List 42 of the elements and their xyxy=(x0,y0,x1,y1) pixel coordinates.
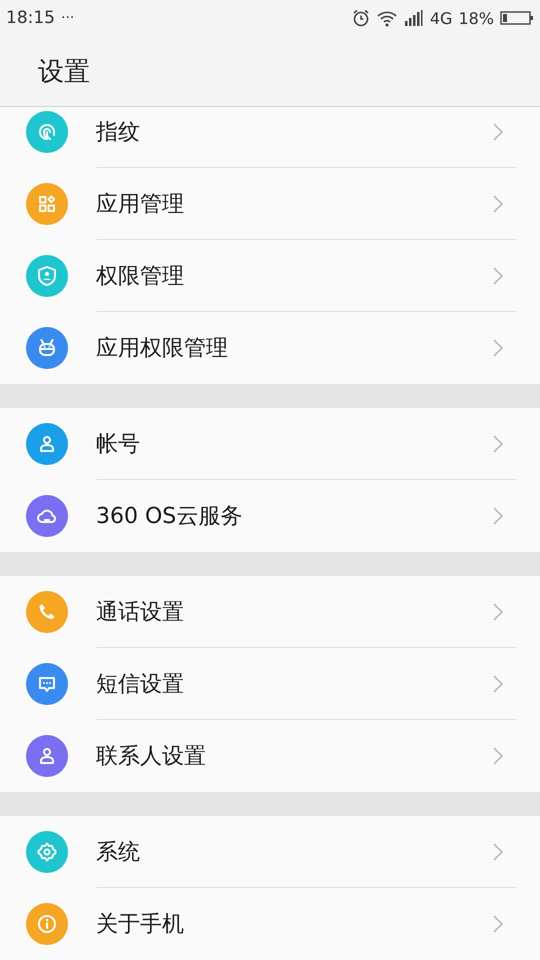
battery-percent: 18% xyxy=(458,8,494,28)
settings-item[interactable]: 应用管理 xyxy=(0,168,540,240)
chevron-icon xyxy=(492,842,504,862)
chevron-icon xyxy=(492,266,504,286)
page-title: 设置 xyxy=(38,56,90,88)
settings-item[interactable]: 系统 xyxy=(0,816,540,888)
alarm-icon xyxy=(352,9,370,27)
settings-item[interactable]: 指纹 xyxy=(0,107,540,168)
item-label: 帐号 xyxy=(96,430,140,458)
battery-icon xyxy=(500,9,534,27)
chevron-icon xyxy=(492,602,504,622)
settings-item[interactable]: 短信设置 xyxy=(0,648,540,720)
item-label: 指纹 xyxy=(96,118,140,146)
settings-item[interactable]: 关于手机 xyxy=(0,888,540,960)
chevron-icon xyxy=(492,194,504,214)
item-label: 短信设置 xyxy=(96,670,184,698)
item-label: 联系人设置 xyxy=(96,743,206,771)
settings-item[interactable]: 应用权限管理 xyxy=(0,312,540,384)
chevron-icon xyxy=(492,914,504,934)
chevron-icon xyxy=(492,506,504,526)
settings-item[interactable]: 通话设置 xyxy=(0,576,540,648)
chevron-icon xyxy=(492,434,504,454)
settings-item[interactable]: 联系人设置 xyxy=(0,720,540,792)
chevron-icon xyxy=(492,122,504,142)
chevron-icon xyxy=(492,746,504,766)
chevron-icon xyxy=(492,338,504,358)
item-label: 应用权限管理 xyxy=(96,335,228,363)
item-label: 权限管理 xyxy=(96,262,184,290)
clock-time: 18:15 xyxy=(6,8,55,28)
item-label: 系统 xyxy=(96,838,140,866)
signal-icon xyxy=(404,9,424,27)
chevron-icon xyxy=(492,674,504,694)
settings-item[interactable]: 帐号 xyxy=(0,408,540,480)
item-label: 应用管理 xyxy=(96,190,184,218)
wifi-icon xyxy=(376,9,398,27)
more-indicator: ··· xyxy=(61,10,74,26)
settings-item[interactable]: 360 OS云服务 xyxy=(0,480,540,552)
network-type: 4G xyxy=(430,8,452,28)
item-label: 通话设置 xyxy=(96,598,184,626)
item-label: 关于手机 xyxy=(96,911,184,939)
settings-item[interactable]: 权限管理 xyxy=(0,240,540,312)
item-label: 360 OS云服务 xyxy=(96,503,242,531)
